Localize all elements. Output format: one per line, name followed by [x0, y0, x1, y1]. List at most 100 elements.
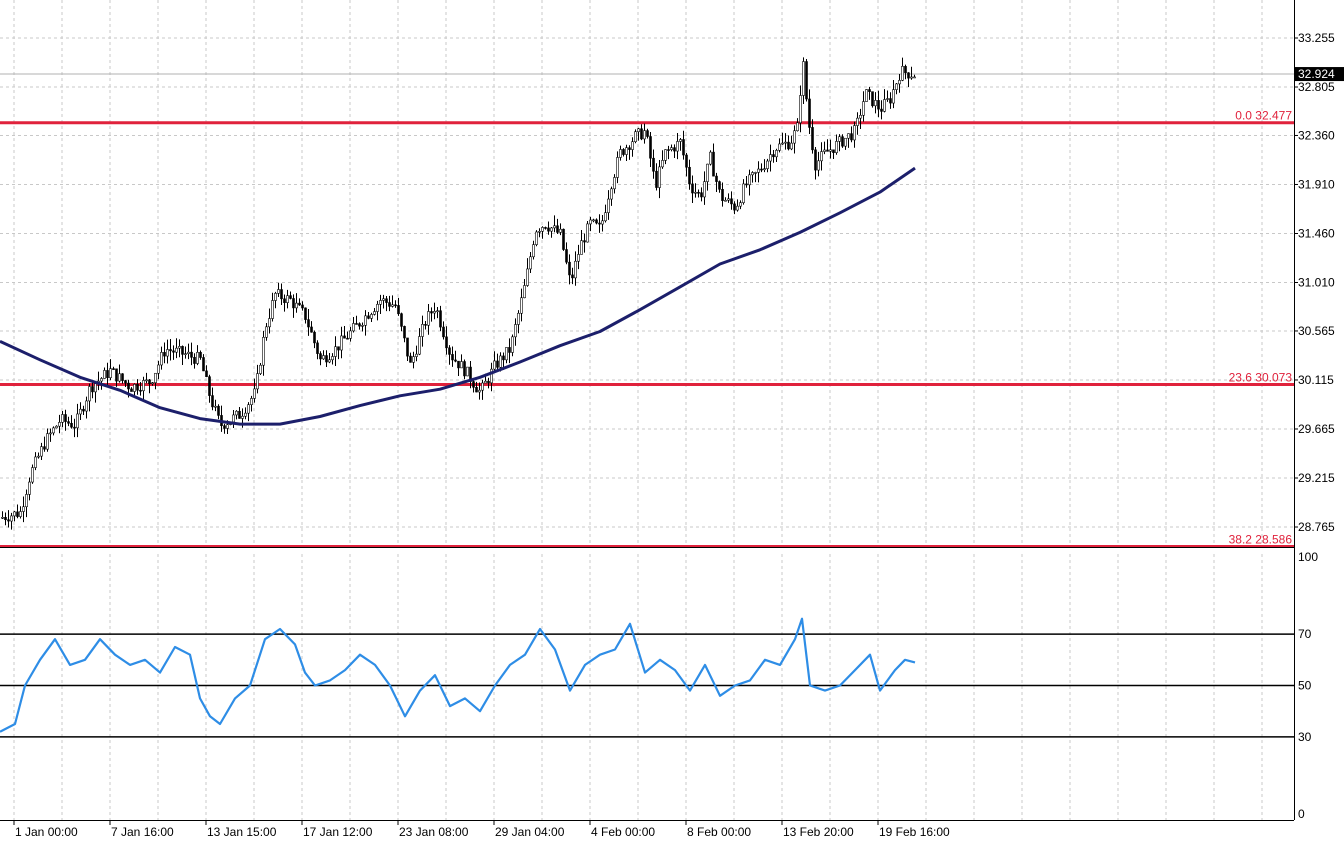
candle-body — [370, 314, 373, 319]
candle-body — [628, 147, 631, 150]
candle-body — [712, 151, 715, 177]
price-tick-label: 30.115 — [1298, 373, 1334, 387]
candle-body — [190, 351, 193, 358]
candle-body — [130, 388, 133, 392]
candle-body — [847, 133, 850, 139]
candle-body — [481, 382, 484, 391]
candle-body — [496, 360, 499, 368]
oscillator-axis: 100 70 50 30 0 — [1298, 550, 1318, 821]
trading-chart[interactable]: 0.0 32.477 23.6 30.073 38.2 28.586 33.255 3… — [0, 0, 1344, 844]
candle-body — [700, 192, 703, 198]
price-tick-label: 29.665 — [1298, 422, 1335, 436]
time-tick-label: 19 Feb 16:00 — [879, 825, 950, 839]
time-axis[interactable]: 1 Jan 00:00 7 Jan 16:00 13 Jan 15:00 17 Jan… — [0, 820, 1294, 839]
candle-body — [859, 114, 862, 119]
candle-body — [661, 160, 664, 168]
candle-body — [733, 203, 736, 211]
candle-body — [517, 312, 520, 325]
candle-body — [124, 380, 127, 384]
candle-body — [310, 326, 313, 333]
candle-body — [10, 515, 13, 522]
candle-body — [814, 149, 817, 171]
candle-body — [379, 300, 382, 305]
candle-body — [43, 446, 46, 450]
candle-body — [115, 368, 118, 382]
price-tick-label: 30.565 — [1298, 324, 1335, 338]
candle-body — [805, 61, 808, 100]
candle-body — [775, 150, 778, 158]
candle-body — [163, 352, 166, 357]
candle-body — [748, 174, 751, 186]
candle-body — [262, 336, 265, 366]
candle-body — [100, 378, 103, 382]
fibonacci-label: 23.6 30.073 — [1229, 371, 1293, 385]
candle-body — [559, 228, 562, 233]
candle-body — [526, 268, 529, 286]
candle-body — [7, 519, 10, 522]
candle-body — [856, 117, 859, 126]
candle-body — [781, 142, 784, 145]
candle-body — [706, 163, 709, 182]
candle-body — [202, 357, 205, 372]
candle-body — [79, 408, 82, 415]
candle-body — [103, 370, 106, 379]
candle-body — [808, 98, 811, 128]
candle-body — [682, 139, 685, 156]
current-price-label: 32.924 — [1298, 67, 1335, 81]
candle-body — [160, 352, 163, 366]
candle-body — [286, 295, 289, 303]
candle-body — [820, 151, 823, 162]
candle-body — [358, 323, 361, 327]
candle-body — [523, 285, 526, 299]
price-tick-label: 29.215 — [1298, 471, 1335, 485]
candle-body — [865, 89, 868, 102]
candle-body — [784, 141, 787, 144]
candle-body — [610, 188, 613, 200]
candle-body — [709, 151, 712, 165]
candle-body — [448, 347, 451, 355]
candle-body — [1, 517, 4, 519]
candle-body — [67, 421, 70, 424]
candle-body — [721, 189, 724, 201]
candle-body — [184, 353, 187, 355]
candle-body — [424, 324, 427, 326]
oscillator-tick-label: 50 — [1298, 679, 1312, 693]
candle-body — [823, 149, 826, 152]
candle-body — [82, 408, 85, 412]
candle-body — [853, 125, 856, 141]
candle-body — [259, 364, 262, 374]
candle-body — [433, 311, 436, 314]
candle-body — [538, 231, 541, 233]
candle-body — [166, 349, 169, 357]
candle-body — [631, 141, 634, 150]
candle-body — [394, 304, 397, 307]
candle-body — [412, 356, 415, 363]
candle-body — [295, 302, 298, 309]
candle-body — [871, 91, 874, 107]
candle-body — [640, 128, 643, 140]
candle-body — [136, 384, 139, 391]
time-tick-label: 13 Feb 20:00 — [783, 825, 854, 839]
candle-body — [664, 149, 667, 161]
candle-body — [4, 517, 7, 521]
candle-body — [850, 133, 853, 141]
candle-body — [127, 382, 130, 390]
candle-body — [268, 318, 271, 328]
candle-body — [634, 131, 637, 143]
candle-body — [232, 414, 235, 423]
candle-body — [187, 351, 190, 354]
candle-body — [226, 424, 229, 429]
candle-body — [577, 254, 580, 262]
candle-body — [304, 307, 307, 320]
candle-body — [271, 300, 274, 319]
price-tick-label: 32.360 — [1298, 128, 1335, 142]
candle-body — [694, 191, 697, 194]
candle-body — [13, 511, 16, 517]
candle-body — [292, 298, 295, 309]
candle-body — [16, 511, 19, 517]
candle-body — [316, 342, 319, 354]
candle-body — [34, 456, 37, 468]
candle-body — [250, 398, 253, 405]
candle-body — [724, 199, 727, 202]
candle-body — [364, 315, 367, 326]
